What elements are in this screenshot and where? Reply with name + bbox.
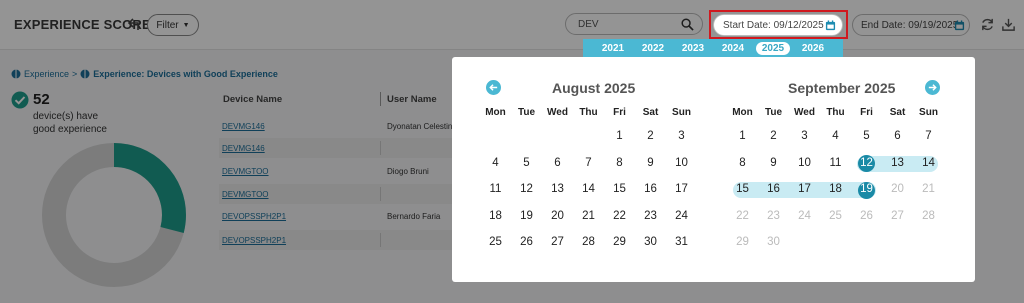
prev-month-button[interactable]: [486, 80, 501, 95]
year-option[interactable]: 2024: [716, 42, 750, 55]
day-cell[interactable]: 10: [666, 157, 697, 169]
day-cell: 28: [922, 209, 935, 222]
weekday-label: Sat: [642, 107, 659, 118]
year-option-selected[interactable]: 2025: [755, 41, 791, 55]
day-cell[interactable]: 4: [480, 157, 511, 169]
day-cell[interactable]: 13: [542, 183, 573, 195]
weekday-label: Wed: [794, 107, 815, 118]
day-cell[interactable]: 3: [666, 130, 697, 142]
day-cell[interactable]: 18: [820, 183, 851, 195]
weekday-label: Wed: [547, 107, 568, 118]
day-cell[interactable]: 16: [758, 183, 789, 195]
day-cell[interactable]: 5: [511, 157, 542, 169]
day-cell[interactable]: 1: [727, 130, 758, 142]
year-option[interactable]: 2023: [676, 42, 710, 55]
year-selector: 2021 2022 2023 2024 2025 2026: [583, 39, 843, 57]
day-cell: 22: [736, 209, 749, 222]
day-cell[interactable]: 3: [789, 130, 820, 142]
day-cell[interactable]: 8: [727, 157, 758, 169]
weekday-label: Fri: [860, 107, 873, 118]
day-cell-selected[interactable]: 12: [851, 157, 882, 169]
right-month-title: September 2025: [788, 80, 896, 96]
day-cell[interactable]: 12: [511, 183, 542, 195]
day-cell[interactable]: 1: [604, 130, 635, 142]
day-cell[interactable]: 16: [635, 183, 666, 195]
day-cell[interactable]: 23: [635, 210, 666, 222]
day-cell[interactable]: 2: [635, 130, 666, 142]
day-cell[interactable]: 6: [882, 130, 913, 142]
day-cell[interactable]: 7: [913, 130, 944, 142]
day-cell: 20: [891, 183, 904, 195]
weekday-label: Mon: [485, 107, 506, 118]
day-cell[interactable]: 31: [666, 236, 697, 248]
day-cell[interactable]: 20: [542, 210, 573, 222]
year-option[interactable]: 2026: [796, 42, 830, 55]
weekday-label: Thu: [826, 107, 845, 118]
day-cell: 25: [829, 209, 842, 222]
day-cell[interactable]: 28: [573, 236, 604, 248]
weekday-label: Sun: [672, 107, 691, 118]
day-cell[interactable]: 15: [604, 183, 635, 195]
day-cell[interactable]: 11: [820, 157, 851, 169]
day-cell[interactable]: 6: [542, 157, 573, 169]
day-cell[interactable]: 27: [542, 236, 573, 248]
weekday-label: Fri: [613, 107, 626, 118]
day-cell[interactable]: 22: [604, 210, 635, 222]
day-cell[interactable]: 15: [727, 183, 758, 195]
next-month-button[interactable]: [925, 80, 940, 95]
day-cell[interactable]: 29: [604, 236, 635, 248]
day-cell[interactable]: 13: [882, 157, 913, 169]
year-option[interactable]: 2021: [596, 42, 630, 55]
day-cell[interactable]: 9: [635, 157, 666, 169]
arrow-left-icon: [489, 84, 498, 91]
day-cell[interactable]: 30: [635, 236, 666, 248]
day-cell[interactable]: 24: [666, 210, 697, 222]
day-cell[interactable]: 18: [480, 210, 511, 222]
day-cell[interactable]: 5: [851, 130, 882, 142]
day-cell[interactable]: 11: [480, 183, 511, 195]
weekday-label: Sun: [919, 107, 938, 118]
day-cell[interactable]: 17: [666, 183, 697, 195]
arrow-right-icon: [928, 84, 937, 91]
day-cell: 27: [891, 209, 904, 222]
day-cell: 24: [798, 209, 811, 222]
day-cell[interactable]: 26: [511, 236, 542, 248]
day-cell[interactable]: 25: [480, 236, 511, 248]
day-cell[interactable]: 14: [913, 157, 944, 169]
weekday-label: Mon: [732, 107, 753, 118]
day-cell[interactable]: 21: [573, 210, 604, 222]
day-cell[interactable]: 19: [511, 210, 542, 222]
left-month-title: August 2025: [552, 80, 636, 96]
start-date-highlight: [709, 10, 848, 39]
day-cell[interactable]: 14: [573, 183, 604, 195]
date-picker: August 2025 September 2025 Mon Tue Wed Thu F…: [452, 57, 975, 282]
weekday-label: Sat: [889, 107, 906, 118]
day-cell-selected[interactable]: 19: [851, 183, 882, 195]
day-cell[interactable]: 8: [604, 157, 635, 169]
day-cell[interactable]: 17: [789, 183, 820, 195]
day-cell: 21: [922, 183, 935, 195]
day-cell[interactable]: 10: [789, 157, 820, 169]
day-cell[interactable]: 4: [820, 130, 851, 142]
weekday-label: Tue: [517, 107, 536, 118]
day-cell: 29: [736, 236, 749, 248]
day-cell: 23: [767, 209, 780, 222]
year-option[interactable]: 2022: [636, 42, 670, 55]
weekday-label: Tue: [764, 107, 783, 118]
day-cell[interactable]: 9: [758, 157, 789, 169]
day-cell[interactable]: 2: [758, 130, 789, 142]
day-cell: 30: [767, 236, 780, 248]
day-cell: 26: [860, 209, 873, 222]
weekday-label: Thu: [579, 107, 598, 118]
day-cell[interactable]: 7: [573, 157, 604, 169]
